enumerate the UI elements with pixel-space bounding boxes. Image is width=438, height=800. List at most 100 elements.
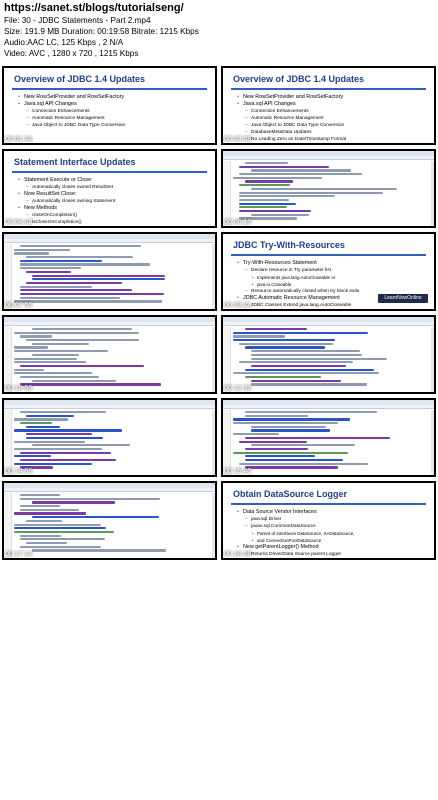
timestamp: 00:09:24 — [224, 302, 252, 309]
code-line — [245, 455, 315, 458]
timestamp: 00:07:50 — [5, 302, 33, 309]
code-line — [233, 451, 348, 454]
ide-scrollbar — [212, 410, 215, 475]
ide-scrollbar — [431, 161, 434, 226]
code-line — [245, 436, 390, 439]
code-line — [245, 375, 321, 379]
slide-bullet: javax.sql.CommonDataSource — [237, 523, 428, 530]
slide-bullet: and ConnectionPoolDataSource — [237, 537, 428, 544]
code-line — [20, 285, 92, 288]
code-line — [245, 162, 288, 165]
code-line — [20, 545, 101, 548]
code-line — [245, 466, 338, 469]
slide-bullet-list: New RowSetProvider and RowSetFactory Java… — [237, 94, 428, 143]
ide-code-editor — [233, 162, 430, 226]
slide-bullet: New RowSetProvider and RowSetFactory — [18, 94, 209, 101]
code-line — [251, 379, 341, 382]
thumbnail[interactable]: Statement Interface Updates Statement Exe… — [2, 149, 217, 228]
code-line — [251, 425, 326, 428]
slide-title-rule — [231, 88, 426, 90]
code-line — [20, 259, 102, 262]
code-line — [239, 195, 335, 198]
slide-frame: Overview of JDBC 1.4 Updates New RowSetPr… — [4, 68, 215, 143]
code-line — [32, 274, 165, 277]
code-line — [20, 245, 141, 248]
thumbnail[interactable]: 00:15:40 — [221, 398, 436, 477]
timestamp: 00:10:58 — [5, 385, 33, 392]
thumbnail[interactable]: Overview of JDBC 1.4 Updates New RowSetPr… — [221, 66, 436, 145]
ide-code-editor — [14, 328, 211, 392]
slide-bullet: New getParentLogger() Method — [237, 544, 428, 551]
video-info: Video: AVC , 1280 x 720 , 1215 Kbps — [4, 49, 139, 58]
code-line — [245, 368, 374, 371]
slide-bullet: Declare resource in Try parameter list — [237, 267, 428, 274]
ide-scrollbar — [431, 327, 434, 392]
thumbnail[interactable]: 00:17:14 — [2, 481, 217, 560]
slide-bullet: New RowSetProvider and RowSetFactory — [237, 94, 428, 101]
code-line — [251, 357, 387, 360]
code-line — [245, 414, 308, 417]
code-line — [251, 429, 330, 432]
code-line — [14, 440, 85, 443]
timestamp: 00:14:06 — [5, 468, 33, 475]
thumbnail-grid: Overview of JDBC 1.4 Updates New RowSetPr… — [2, 66, 436, 798]
code-line — [32, 444, 130, 447]
timestamp: 00:18:48 — [224, 551, 252, 558]
slide-bullet: java.sql.Driver — [237, 516, 428, 523]
code-line — [20, 411, 106, 414]
slide-bullet: Java Object to JDBC Data Type Conversion — [237, 122, 428, 129]
thumbnail[interactable]: 00:06:16 — [221, 149, 436, 228]
ide-gutter — [223, 410, 231, 475]
code-line — [239, 206, 287, 209]
slide-title-rule — [231, 254, 426, 256]
code-line — [32, 501, 115, 504]
ide-toolbar — [4, 322, 215, 326]
thumbnail[interactable]: JDBC Try-With-Resources Try-With-Resource… — [221, 232, 436, 311]
timestamp: 00:03:08 — [224, 136, 252, 143]
code-line — [20, 505, 60, 508]
thumbnail[interactable]: 00:10:58 — [2, 315, 217, 394]
timestamp: 00:12:32 — [224, 385, 252, 392]
audio-info: Audio:AAC LC, 125 Kbps , 2 N/A — [4, 38, 124, 47]
code-line — [26, 541, 67, 545]
code-line — [233, 433, 279, 436]
code-line — [239, 202, 296, 205]
code-line — [32, 549, 166, 552]
code-line — [251, 364, 346, 368]
code-line — [239, 184, 290, 187]
code-line — [14, 523, 101, 526]
code-line — [14, 331, 139, 334]
ide-toolbar — [4, 239, 215, 243]
code-line — [20, 296, 120, 299]
ide-gutter — [4, 244, 12, 309]
ide-gutter — [4, 410, 12, 475]
code-line — [233, 331, 368, 334]
code-line — [239, 198, 289, 202]
code-line — [239, 191, 383, 194]
slide-title: JDBC Try-With-Resources — [233, 240, 345, 250]
code-line — [14, 429, 122, 432]
thumbnail[interactable]: Overview of JDBC 1.4 Updates New RowSetPr… — [2, 66, 217, 145]
thumbnail[interactable]: Obtain DataSource Logger Data Source Vend… — [221, 481, 436, 560]
code-line — [14, 300, 162, 303]
slide-bullet: Connection Enhancements — [237, 108, 428, 115]
slide-bullet-list: New RowSetProvider and RowSetFactoryJava… — [18, 94, 209, 129]
thumbnail[interactable]: 00:12:32 — [221, 315, 436, 394]
slide-bullet: Now ResultSet Close: — [18, 191, 209, 198]
code-line — [20, 538, 105, 541]
slide-title: Overview of JDBC 1.4 Updates — [233, 74, 365, 84]
code-line — [239, 342, 333, 345]
slide-bullet: Implements java.lang.AutoCloseable or — [237, 274, 428, 281]
slide-bullet-list: Statement Execute or Close:Automatically… — [18, 177, 209, 226]
slide-title-rule — [12, 171, 207, 173]
ide-gutter — [4, 327, 12, 392]
code-line — [245, 346, 325, 349]
code-line — [14, 248, 70, 251]
ide-toolbar — [223, 322, 434, 326]
slide-title-rule — [12, 88, 207, 90]
thumbnail[interactable]: 00:14:06 — [2, 398, 217, 477]
code-line — [14, 368, 44, 371]
thumbnail[interactable]: 00:07:50 — [2, 232, 217, 311]
code-line — [14, 527, 106, 530]
source-url[interactable]: https://sanet.st/blogs/tutorialseng/ — [4, 2, 434, 15]
